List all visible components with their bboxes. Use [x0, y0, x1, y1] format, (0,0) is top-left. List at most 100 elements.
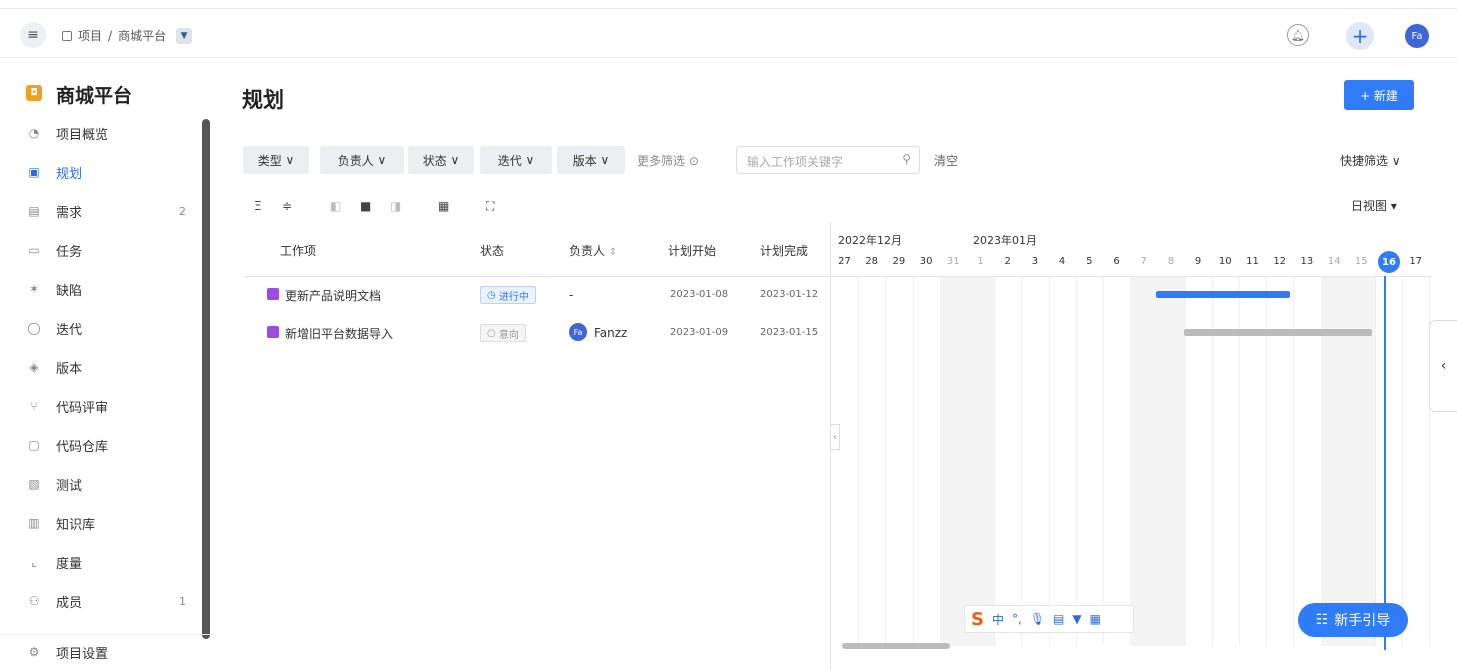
calendar-icon[interactable]: ▦ [438, 199, 449, 213]
new-button[interactable]: + 新建 [1344, 80, 1414, 110]
side-panel-toggle[interactable]: ‹ [1429, 320, 1457, 412]
sidebar-item[interactable]: ▥ 知识库 [26, 512, 186, 534]
avatar[interactable]: Fa [1405, 24, 1429, 48]
quick-filter-dropdown[interactable]: 快捷筛选 ∨ [1340, 152, 1401, 169]
view-mode-dropdown[interactable]: 日视图 ▾ [1351, 197, 1397, 214]
filter-type[interactable]: 类型 ∨ [243, 146, 309, 174]
sidebar-item[interactable]: ◯ 迭代 [26, 317, 186, 339]
gantt-weekend-shade [1157, 276, 1185, 646]
apps-icon[interactable]: ▦ [1090, 612, 1101, 626]
sidebar-item[interactable]: ⌞ 度量 [26, 551, 186, 573]
gantt-day: 28 [865, 256, 879, 267]
collapse-all-icon[interactable]: ≑ [282, 199, 292, 213]
gantt-bar[interactable] [1184, 329, 1372, 336]
page-title: 规划 [242, 88, 284, 112]
sidebar-scrollbar[interactable] [202, 119, 210, 639]
sidebar-item-label: 项目设置 [56, 646, 109, 662]
gantt-column-line [912, 276, 914, 646]
sidebar-item[interactable]: ⑂ 代码评审 [26, 395, 186, 417]
row-owner[interactable]: Fanzz [594, 326, 627, 340]
clear-button[interactable]: 清空 [934, 152, 958, 169]
fullscreen-icon[interactable]: ⛶ [486, 199, 494, 214]
row-title[interactable]: 更新产品说明文档 [285, 289, 381, 303]
bug-icon: ✶ [28, 282, 40, 296]
bell-icon[interactable]: 🔔︎ [1287, 24, 1309, 46]
punctuation-icon[interactable]: °, [1012, 612, 1022, 626]
sidebar-item[interactable]: ▭ 任务 [26, 239, 186, 261]
sidebar-item[interactable]: ▤ 需求 2 [26, 200, 186, 222]
more-filters-button[interactable]: 更多筛选 ⊙ [637, 152, 699, 169]
row-end-date: 2023-01-15 [760, 327, 819, 338]
gantt-day: 8 [1167, 256, 1175, 267]
collapse-left-icon[interactable]: ‹ [830, 424, 840, 450]
filter-version[interactable]: 版本 ∨ [557, 146, 625, 174]
layout-left-icon[interactable]: ◧ [330, 199, 341, 213]
sidebar-item[interactable]: ✶ 缺陷 [26, 278, 186, 300]
filter-status[interactable]: 状态 ∨ [408, 146, 474, 174]
sort-icon[interactable]: ⇕ [609, 247, 617, 258]
search-input[interactable]: 输入工作项关键字 ⚲ [736, 146, 920, 174]
row-title[interactable]: 新增旧平台数据导入 [285, 327, 393, 341]
sidebar-item-label: 迭代 [56, 322, 83, 338]
gantt-day: 31 [946, 256, 960, 267]
merge-icon: ⑂ [30, 399, 38, 413]
gantt-column-line [1021, 276, 1023, 646]
code-icon: ▢ [28, 438, 40, 452]
filter-iteration[interactable]: 迭代 ∨ [480, 146, 552, 174]
sidebar-item[interactable]: ▧ 测试 [26, 473, 186, 495]
gantt-day: 1 [977, 256, 984, 267]
calendar-icon: ▣ [28, 165, 40, 179]
breadcrumb-project[interactable]: 商城平台 [118, 27, 166, 44]
sidebar-item[interactable]: ▣ 规划 [26, 161, 186, 183]
ime-mode-label[interactable]: 中 [992, 611, 1004, 628]
sidebar-item[interactable]: ▢ 代码仓库 [26, 434, 186, 456]
column-header-status: 状态 [480, 244, 505, 258]
guide-button[interactable]: ☷ 新手引导 [1298, 603, 1408, 637]
sidebar-item-settings[interactable]: ⚙ 项目设置 [26, 641, 186, 663]
row-owner[interactable]: - [569, 288, 573, 302]
top-bar: ≡ 项目 / 商城平台 ▼ 🔔︎ + Fa [0, 8, 1457, 58]
sidebar-item[interactable]: ⚇ 成员 1 [26, 590, 186, 612]
count-badge: 1 [179, 594, 186, 608]
table-row[interactable]: 更新产品说明文档 [267, 287, 381, 304]
gantt-month-dec: 2022年12月 [838, 234, 902, 247]
expand-all-icon[interactable]: Ξ [254, 199, 262, 213]
layout-right-icon[interactable]: ◨ [390, 199, 401, 213]
table-row[interactable]: 新增旧平台数据导入 [267, 325, 393, 342]
project-name: 商城平台 [56, 85, 133, 107]
sidebar-item[interactable]: ◈ 版本 [26, 356, 186, 378]
sidebar-item[interactable]: ◔ 项目概览 [26, 122, 186, 144]
microphone-icon[interactable]: 🎙︎ [1030, 612, 1045, 626]
column-header-owner[interactable]: 负责人 ⇕ [569, 242, 617, 259]
gantt-weekend-shade [939, 276, 967, 646]
breadcrumb: 项目 / 商城平台 ▼ [62, 27, 193, 44]
gantt-day-today: 16 [1378, 251, 1400, 273]
horizontal-scrollbar[interactable] [842, 643, 950, 649]
iteration-icon: ◯ [27, 321, 41, 335]
requirement-icon [267, 326, 279, 338]
gantt-bar[interactable] [1156, 291, 1290, 298]
gantt-day: 2 [1004, 256, 1011, 267]
keyboard-icon[interactable]: ▤ [1053, 612, 1064, 626]
guide-label: 新手引导 [1334, 613, 1391, 629]
layout-center-icon[interactable]: ■ [360, 199, 371, 213]
hamburger-icon[interactable]: ≡ [20, 22, 46, 48]
more-filters-label: 更多筛选 [637, 154, 686, 168]
status-badge[interactable]: ◷ 进行中 [480, 286, 536, 304]
sidebar-item-label: 知识库 [56, 517, 96, 533]
filter-owner[interactable]: 负责人 ∨ [320, 146, 404, 174]
requirement-icon: ▤ [28, 204, 40, 218]
filter-label: 版本 [572, 153, 597, 168]
chevron-left-icon: ‹ [1440, 358, 1447, 374]
sidebar-item-label: 成员 [56, 595, 83, 611]
chevron-down-icon[interactable]: ▼ [176, 27, 193, 44]
sidebar-item-label: 版本 [56, 361, 83, 377]
status-badge[interactable]: ○ 意向 [480, 324, 526, 342]
add-icon[interactable]: + [1346, 22, 1374, 50]
version-icon: ◈ [29, 360, 39, 374]
ime-toolbar[interactable]: S 中 °, 🎙︎ ▤ ▼ ▦ [964, 605, 1134, 633]
breadcrumb-root[interactable]: 项目 [78, 27, 102, 44]
gantt-weekend-shade [1130, 276, 1158, 646]
skin-icon[interactable]: ▼ [1072, 612, 1081, 626]
quick-filter-label: 快捷筛选 [1340, 154, 1389, 168]
